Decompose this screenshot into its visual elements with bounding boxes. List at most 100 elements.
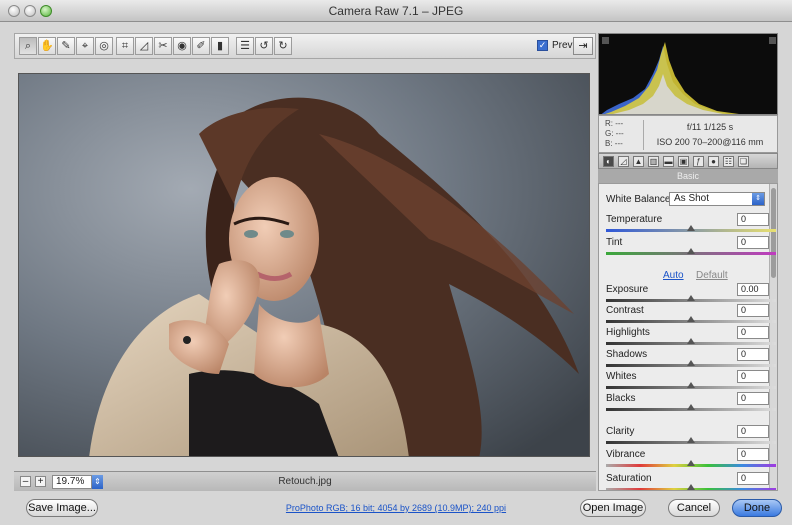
- slider-label: Tint: [606, 237, 623, 248]
- crop-tool[interactable]: ⌗: [116, 37, 134, 55]
- white-balance-select[interactable]: As Shot ⇕: [669, 192, 765, 206]
- slider-knob[interactable]: [687, 437, 695, 443]
- slider-label: Whites: [606, 371, 637, 382]
- footer-bar: Save Image... ProPhoto RGB; 16 bit; 4054…: [0, 495, 792, 525]
- highlight-clip-icon[interactable]: [769, 37, 776, 44]
- panel-title: Basic: [598, 169, 778, 183]
- camera-calibration-tab-icon[interactable]: ●: [708, 156, 719, 167]
- slider-label: Saturation: [606, 473, 652, 484]
- blue-readout: B: ---: [605, 139, 623, 148]
- slider-label: Temperature: [606, 214, 663, 225]
- red-eye-tool[interactable]: ◉: [173, 37, 191, 55]
- slider-value-field[interactable]: 0: [737, 213, 769, 226]
- slider-row-whites: Whites 0: [606, 370, 776, 393]
- window-title: Camera Raw 7.1 – JPEG: [328, 4, 464, 18]
- tone-curve-tab-icon[interactable]: ◿: [618, 156, 629, 167]
- slider-knob[interactable]: [687, 460, 695, 466]
- slider-knob[interactable]: [687, 225, 695, 231]
- slider-knob[interactable]: [687, 404, 695, 410]
- presets-tab-icon[interactable]: ☷: [723, 156, 734, 167]
- panel-tabs: ◐ ◿ ▲ ▥ ▬ ▣ ƒ ● ☷ ❏: [598, 153, 778, 169]
- slider-row-highlights: Highlights 0: [606, 326, 776, 349]
- slider-value-field[interactable]: 0.00: [737, 283, 769, 296]
- cancel-button[interactable]: Cancel: [668, 499, 720, 517]
- fullscreen-icon[interactable]: ⇥: [573, 37, 593, 55]
- file-name: Retouch.jpg: [278, 476, 332, 487]
- slider-label: Highlights: [606, 327, 650, 338]
- slider-knob[interactable]: [687, 382, 695, 388]
- exif-info: R: --- G: --- B: --- f/11 1/125 s ISO 20…: [598, 115, 778, 153]
- slider-value-field[interactable]: 0: [737, 370, 769, 383]
- auto-link[interactable]: Auto: [663, 270, 684, 281]
- slider-row-clarity: Clarity 0: [606, 425, 776, 448]
- slider-row-contrast: Contrast 0: [606, 304, 776, 327]
- slider-row-temperature: Temperature 0: [606, 213, 776, 236]
- rotate-cw-button[interactable]: ↻: [274, 37, 292, 55]
- detail-tab-icon[interactable]: ▲: [633, 156, 644, 167]
- basic-panel: White Balance: As Shot ⇕ Auto Default Te…: [598, 183, 778, 491]
- shadow-clip-icon[interactable]: [602, 37, 609, 44]
- slider-knob[interactable]: [687, 484, 695, 490]
- adjustment-brush-tool[interactable]: ✐: [192, 37, 210, 55]
- slider-row-shadows: Shadows 0: [606, 348, 776, 371]
- slider-row-tint: Tint 0: [606, 236, 776, 259]
- spot-removal-tool[interactable]: ✂: [154, 37, 172, 55]
- slider-label: Clarity: [606, 426, 635, 437]
- histogram-graph: [601, 37, 776, 114]
- slider-label: Exposure: [606, 284, 649, 295]
- slider-value-field[interactable]: 0: [737, 425, 769, 438]
- slider-knob[interactable]: [687, 295, 695, 301]
- slider-label: Contrast: [606, 305, 644, 316]
- title-bar: Camera Raw 7.1 – JPEG: [0, 0, 792, 22]
- slider-knob[interactable]: [687, 360, 695, 366]
- lens-corrections-tab-icon[interactable]: ▣: [678, 156, 689, 167]
- slider-value-field[interactable]: 0: [737, 392, 769, 405]
- slider-value-field[interactable]: 0: [737, 304, 769, 317]
- targeted-adjustment-tool[interactable]: ◎: [95, 37, 113, 55]
- tool-bar: ⌕ ✋ ✎ ⌖ ◎ ⌗ ◿ ✂ ◉ ✐ ▮ ☰ ↺ ↻ ✓ Preview ⇥: [14, 33, 596, 59]
- slider-row-exposure: Exposure 0.00: [606, 283, 776, 306]
- straighten-tool[interactable]: ◿: [135, 37, 153, 55]
- snapshots-tab-icon[interactable]: ❏: [738, 156, 749, 167]
- zoom-tool[interactable]: ⌕: [19, 37, 37, 55]
- done-button[interactable]: Done: [732, 499, 782, 517]
- slider-knob[interactable]: [687, 316, 695, 322]
- slider-knob[interactable]: [687, 248, 695, 254]
- graduated-filter-tool[interactable]: ▮: [211, 37, 229, 55]
- green-readout: G: ---: [605, 129, 624, 138]
- slider-value-field[interactable]: 0: [737, 448, 769, 461]
- slider-label: Vibrance: [606, 449, 646, 460]
- histogram: [598, 33, 778, 115]
- slider-knob[interactable]: [687, 338, 695, 344]
- slider-label: Blacks: [606, 393, 636, 404]
- rotate-ccw-button[interactable]: ↺: [255, 37, 273, 55]
- image-preview[interactable]: [18, 73, 590, 457]
- white-balance-tool[interactable]: ✎: [57, 37, 75, 55]
- white-balance-label: White Balance:: [606, 194, 674, 205]
- white-balance-value: As Shot: [674, 193, 710, 204]
- iso-lens: ISO 200 70–200@116 mm: [656, 137, 764, 147]
- effects-tab-icon[interactable]: ƒ: [693, 156, 704, 167]
- color-sampler-tool[interactable]: ⌖: [76, 37, 94, 55]
- preferences-button[interactable]: ☰: [236, 37, 254, 55]
- slider-label: Shadows: [606, 349, 648, 360]
- split-toning-tab-icon[interactable]: ▬: [663, 156, 674, 167]
- basic-tab-icon[interactable]: ◐: [603, 156, 614, 167]
- slider-value-field[interactable]: 0: [737, 326, 769, 339]
- info-divider: [643, 120, 644, 150]
- slider-row-saturation: Saturation 0: [606, 472, 776, 490]
- open-image-button[interactable]: Open Image: [580, 499, 646, 517]
- hsl-tab-icon[interactable]: ▥: [648, 156, 659, 167]
- image-status-bar: – + 19.7% ⇕ Retouch.jpg: [14, 471, 596, 491]
- photo-preview-image: [19, 74, 589, 456]
- slider-row-vibrance: Vibrance 0: [606, 448, 776, 471]
- hand-tool[interactable]: ✋: [38, 37, 56, 55]
- slider-value-field[interactable]: 0: [737, 472, 769, 485]
- scroll-thumb[interactable]: [771, 188, 776, 278]
- aperture-shutter: f/11 1/125 s: [686, 122, 734, 132]
- preview-checkbox[interactable]: ✓: [537, 40, 548, 51]
- slider-value-field[interactable]: 0: [737, 348, 769, 361]
- default-link[interactable]: Default: [696, 270, 728, 281]
- chevron-down-icon: ⇕: [752, 193, 764, 205]
- slider-value-field[interactable]: 0: [737, 236, 769, 249]
